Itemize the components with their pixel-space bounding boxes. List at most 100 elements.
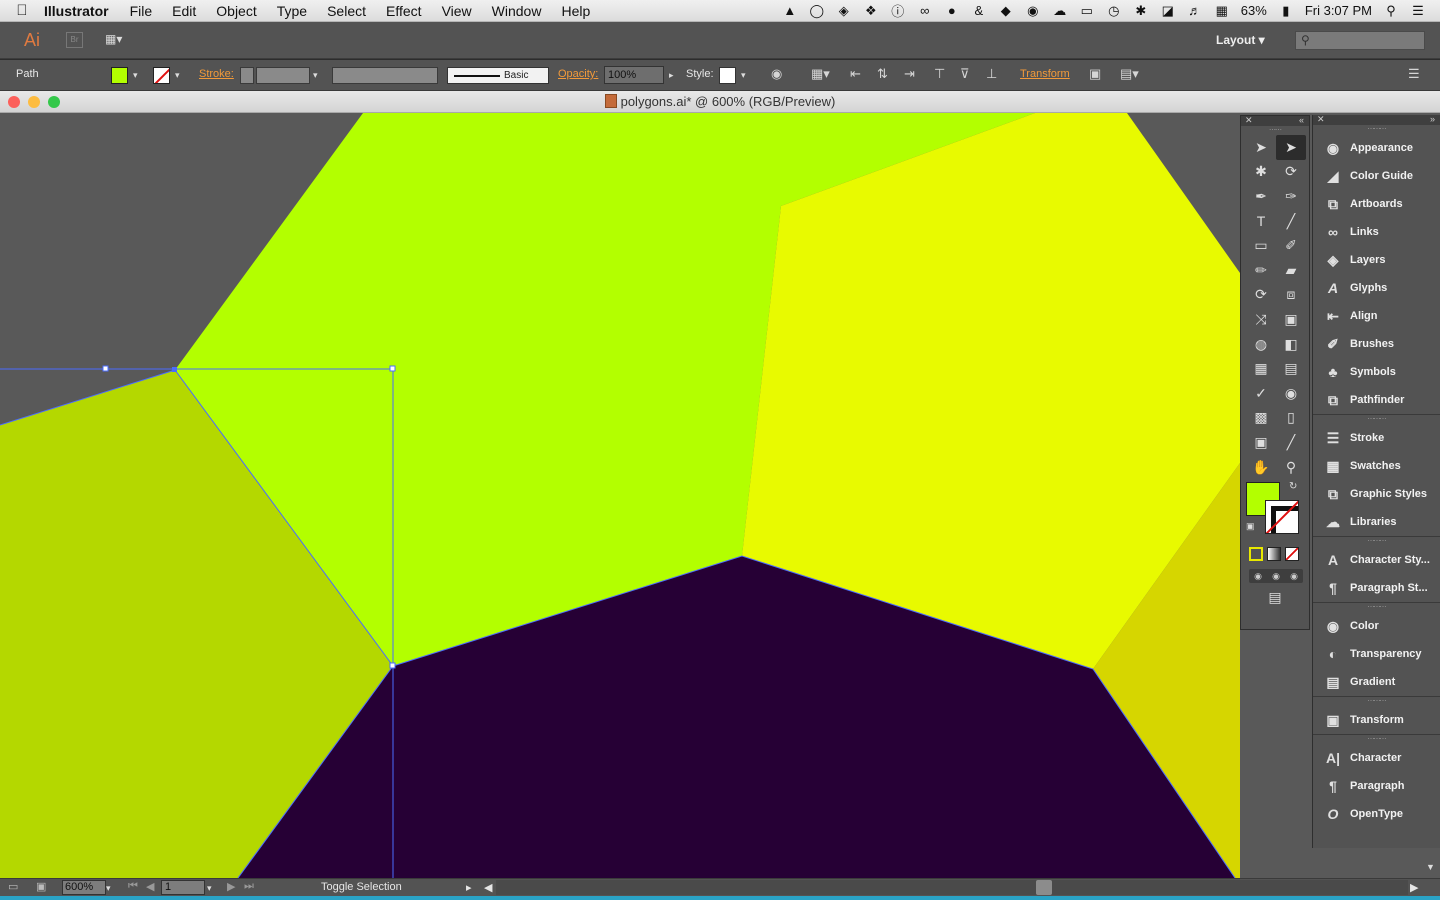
panel-libraries[interactable]: ☁ Libraries — [1313, 508, 1440, 536]
free-transform-tool-icon[interactable]: ▣ — [1276, 307, 1306, 332]
share-icon[interactable]: ▣ — [36, 880, 46, 893]
close-window-button[interactable] — [8, 96, 20, 108]
stroke-color-swatch[interactable] — [153, 67, 170, 84]
type-tool-icon[interactable]: T — [1246, 209, 1276, 234]
column-graph-tool-icon[interactable]: ▯ — [1276, 406, 1306, 431]
anchor-point[interactable] — [389, 662, 396, 669]
scale-tool-icon[interactable]: ⧈ — [1276, 283, 1306, 308]
menu-help[interactable]: Help — [561, 3, 590, 19]
panel-color[interactable]: ◉ Color — [1313, 612, 1440, 640]
panel-align[interactable]: ⇤ Align — [1313, 302, 1440, 330]
selection-tool-icon[interactable]: ➤ — [1246, 135, 1276, 160]
sync-icon[interactable]: ◯ — [809, 3, 825, 19]
menu-file[interactable]: File — [130, 3, 153, 19]
pen-tool-icon[interactable]: ✒ — [1246, 184, 1276, 209]
scroll-down-icon[interactable]: ▼ — [1426, 862, 1435, 872]
gradient-mode-button[interactable] — [1267, 547, 1281, 562]
color-mode-button[interactable] — [1249, 547, 1263, 562]
panel-links[interactable]: ∞ Links — [1313, 218, 1440, 246]
slice-tool-icon[interactable]: ╱ — [1276, 430, 1306, 455]
menu-type[interactable]: Type — [277, 3, 307, 19]
status-menu-icon[interactable]: ▸ — [466, 881, 472, 894]
panel-group-grip[interactable]: ⋯⋯⋯ — [1313, 697, 1440, 706]
change-screen-mode-icon[interactable]: ▤ — [1241, 589, 1309, 606]
panel-stroke[interactable]: ☰ Stroke — [1313, 424, 1440, 452]
stroke-dropdown-icon[interactable]: ▾ — [175, 70, 180, 81]
zoom-window-button[interactable] — [48, 96, 60, 108]
calendar-icon[interactable]: ▦ — [1214, 3, 1230, 19]
previous-artboard-icon[interactable]: ◀ — [146, 880, 154, 893]
align-to-icon[interactable]: ▦▾ — [811, 66, 830, 82]
draw-behind-icon[interactable]: ◉ — [1272, 571, 1280, 582]
next-artboard-icon[interactable]: ▶ — [227, 880, 235, 893]
artboard-number-input[interactable]: 1 — [161, 880, 205, 895]
cloud-icon[interactable]: ☁ — [1052, 3, 1068, 19]
panel-menu-icon[interactable]: ☰ — [1408, 66, 1420, 82]
scroll-left-icon[interactable]: ◀ — [484, 881, 492, 894]
panel-pathfinder[interactable]: ⧉ Pathfinder — [1313, 386, 1440, 414]
adobe-type-icon[interactable]: ▲ — [782, 3, 798, 18]
evernote-icon[interactable]: ◈ — [836, 3, 852, 19]
close-dock-icon[interactable]: ✕ — [1317, 114, 1325, 125]
spotlight-search-icon[interactable]: ⚲ — [1383, 3, 1399, 19]
zoom-dropdown-icon[interactable]: ▾ — [106, 883, 111, 894]
panel-group-grip[interactable]: ⋯⋯⋯ — [1313, 603, 1440, 612]
panel-artboards[interactable]: ⧉ Artboards — [1313, 190, 1440, 218]
panel-group-grip[interactable]: ⋯⋯⋯ — [1313, 415, 1440, 424]
close-panel-icon[interactable]: ✕ — [1245, 115, 1253, 126]
gradient-tool-icon[interactable]: ▤ — [1276, 356, 1306, 381]
curvature-tool-icon[interactable]: ✑ — [1276, 184, 1306, 209]
fill-color-swatch[interactable] — [111, 67, 128, 84]
panel-symbols[interactable]: ♣ Symbols — [1313, 358, 1440, 386]
creative-cloud-icon[interactable]: ◉ — [1025, 3, 1041, 19]
align-bottom-icon[interactable]: ⊥ — [986, 66, 997, 82]
graphic-style-swatch[interactable] — [719, 67, 736, 84]
width-tool-icon[interactable]: ⤨ — [1246, 307, 1276, 332]
shape-builder-tool-icon[interactable]: ◍ — [1246, 332, 1276, 357]
default-fill-stroke-icon[interactable]: ▣ — [1246, 521, 1255, 532]
align-left-icon[interactable]: ⇤ — [850, 66, 861, 82]
draw-normal-icon[interactable]: ◉ — [1254, 571, 1262, 582]
paintbrush-tool-icon[interactable]: ✐ — [1276, 233, 1306, 258]
collapse-panel-icon[interactable]: « — [1299, 115, 1304, 125]
panel-grip[interactable]: ⋯⋯ — [1241, 126, 1309, 135]
stroke-color-box[interactable] — [1265, 500, 1299, 535]
panel-transform[interactable]: ▣ Transform — [1313, 706, 1440, 734]
perspective-grid-tool-icon[interactable]: ◧ — [1276, 332, 1306, 357]
transform-link[interactable]: Transform — [1020, 68, 1070, 80]
direct-selection-tool-icon[interactable]: ➤ — [1276, 135, 1306, 160]
eraser-tool-icon[interactable]: ▰ — [1276, 258, 1306, 283]
panel-group-grip[interactable]: ⋯⋯⋯ — [1313, 537, 1440, 546]
isolate-object-icon[interactable]: ▣ — [1089, 66, 1101, 82]
fill-dropdown-icon[interactable]: ▾ — [133, 70, 138, 81]
stroke-weight-input[interactable] — [256, 67, 310, 84]
workspace-switcher[interactable]: Layout ▾ — [1216, 33, 1265, 47]
stroke-label[interactable]: Stroke: — [199, 68, 234, 80]
lasso-tool-icon[interactable]: ⟳ — [1276, 160, 1306, 185]
first-artboard-icon[interactable]: ⏮ — [128, 880, 138, 893]
swap-fill-stroke-icon[interactable]: ↻ — [1289, 481, 1297, 492]
panel-group-grip[interactable]: ⋯⋯⋯ — [1313, 125, 1440, 134]
align-top-icon[interactable]: ⊤ — [934, 66, 945, 82]
panel-gradient[interactable]: ▤ Gradient — [1313, 668, 1440, 696]
artboard-tool-icon[interactable]: ▣ — [1246, 430, 1276, 455]
expand-dock-icon[interactable]: » — [1430, 114, 1435, 124]
panel-character-styles[interactable]: A Character Sty... — [1313, 546, 1440, 574]
volume-icon[interactable]: ♬ — [1187, 3, 1203, 18]
menu-view[interactable]: View — [442, 3, 472, 19]
menu-app-name[interactable]: Illustrator — [44, 3, 109, 19]
rotate-tool-icon[interactable]: ⟳ — [1246, 283, 1276, 308]
rectangle-tool-icon[interactable]: ▭ — [1246, 233, 1276, 258]
glasses-icon[interactable]: ∞ — [917, 3, 933, 18]
arrange-documents-icon[interactable]: ▦▾ — [105, 32, 135, 48]
artboard-dropdown-icon[interactable]: ▾ — [207, 883, 212, 894]
help-search-input[interactable]: ⚲ — [1295, 31, 1425, 50]
artboard-canvas[interactable] — [0, 113, 1440, 878]
zoom-level-input[interactable]: 600% — [62, 880, 106, 895]
tools-panel-header[interactable]: ✕ « — [1241, 115, 1309, 126]
eyedropper-tool-icon[interactable]: ✓ — [1246, 381, 1276, 406]
dock-header[interactable]: ✕ » — [1313, 114, 1440, 125]
minimize-window-button[interactable] — [28, 96, 40, 108]
panel-brushes[interactable]: ✐ Brushes — [1313, 330, 1440, 358]
panel-appearance[interactable]: ◉ Appearance — [1313, 134, 1440, 162]
